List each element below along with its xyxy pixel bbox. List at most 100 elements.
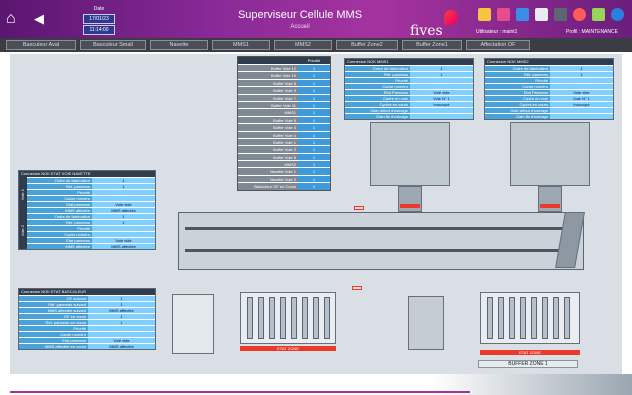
mms2-machine[interactable] — [510, 122, 590, 186]
buffer-slot[interactable] — [498, 297, 504, 339]
panel-row: OF suivant 1 — [19, 295, 155, 301]
buffer-slot[interactable] — [542, 297, 548, 339]
priority-row[interactable]: Buffer Voie 61 — [238, 152, 330, 161]
user-info: Utilisateur : maint1 — [476, 29, 518, 35]
panel-row: Cadre numéro — [19, 331, 155, 337]
priority-row[interactable]: Buffer Voie 91 — [238, 86, 330, 94]
tab-basculeur-small[interactable]: Basculeur Small — [80, 40, 146, 50]
basculeur-panel: Connexion NOK ETAT BASCULEUR OF suivant 1… — [18, 288, 156, 350]
priority-name: Buffer Voie 3 — [238, 124, 298, 131]
tab-affectation-of[interactable]: Affectation OF — [466, 40, 530, 50]
row-value: Voie vide — [92, 202, 155, 207]
row-value: 1 — [92, 214, 155, 219]
tab-mms2[interactable]: MMS2 — [274, 40, 332, 50]
buffer-slot[interactable] — [269, 297, 275, 339]
priority-row[interactable]: MMS2 1 — [238, 160, 330, 168]
row-value — [550, 114, 613, 119]
priority-name: Navette Voie 1 — [238, 168, 298, 175]
buffer-slot[interactable] — [280, 297, 286, 339]
priority-row[interactable]: Buffer Voie 11 — [238, 137, 330, 146]
row-label: Priorité — [345, 78, 410, 83]
buffer-slot[interactable] — [531, 297, 537, 339]
row-value: 1 — [550, 72, 613, 77]
tab-basculeur-aval[interactable]: Basculeur Aval — [6, 40, 76, 50]
tab-mms1[interactable]: MMS1 — [212, 40, 270, 50]
page-subtitle: Accueil — [290, 24, 310, 30]
buffer-slot[interactable] — [520, 297, 526, 339]
mms1-machine[interactable] — [370, 122, 450, 186]
buffer-slot[interactable] — [291, 297, 297, 339]
priority-row[interactable]: Buffer Voie 21 — [238, 145, 330, 153]
priority-row[interactable]: Buffer Voie 31 — [238, 123, 330, 131]
buffer-slot[interactable] — [564, 297, 570, 339]
info-icon[interactable] — [611, 8, 624, 21]
row-label: Réf. panneau — [27, 184, 92, 189]
date-time-box: Date 17/01/23 11:14:00 — [83, 6, 115, 36]
row-value: 1 — [88, 314, 155, 319]
priority-name: Buffer Voie 2 — [238, 146, 298, 153]
priority-row[interactable]: Buffer Voie 10 1 — [238, 71, 330, 79]
priority-value: 1 — [298, 175, 330, 183]
buffer-slot[interactable] — [487, 297, 493, 339]
row-value — [92, 196, 155, 201]
priority-row[interactable]: Buffer Voie 12 1 — [238, 64, 330, 72]
panel-row: Priorité — [485, 77, 613, 83]
panel-row: Cadre numéro — [485, 83, 613, 89]
logo-mark-icon — [444, 10, 458, 25]
buffer-slot[interactable] — [302, 297, 308, 339]
panel-row: Cycles en cours Inoccupé — [485, 101, 613, 107]
priority-value: 1 — [298, 161, 330, 168]
buffer-slot[interactable] — [509, 297, 515, 339]
row-label: Réf. panneau — [345, 72, 410, 77]
priority-row[interactable]: Navette Voie 21 — [238, 174, 330, 183]
navette-panel: Connexion NOK ETAT VOIE NAVETTE Voie 1 O… — [18, 170, 156, 250]
camera-icon[interactable] — [554, 8, 567, 21]
priority-row[interactable]: Buffer Voie 41 — [238, 130, 330, 138]
tools-icon[interactable] — [592, 8, 605, 21]
basculeur-frame[interactable] — [172, 294, 214, 354]
priority-row[interactable]: Buffer Voie 81 — [238, 78, 330, 87]
database-icon[interactable] — [516, 8, 529, 21]
row-value: 1 — [410, 72, 473, 77]
row-value — [550, 84, 613, 89]
panel-row: MMS affectée MMS affectée — [27, 243, 155, 249]
home-icon[interactable]: ⌂ — [6, 11, 16, 27]
buffer-slot[interactable] — [247, 297, 253, 339]
grid-icon[interactable] — [535, 8, 548, 21]
priority-row[interactable]: Navette Voie 11 — [238, 167, 330, 175]
priority-row[interactable]: Buffer Voie 11 1 — [238, 100, 330, 109]
priority-row[interactable]: Buffer Voie 71 — [238, 93, 330, 101]
row-label: Cadre en voie — [345, 96, 410, 101]
row-label: MMS affectée en cours — [19, 344, 88, 349]
panel-row: Gain fin d'usinage — [485, 113, 613, 119]
voie1-side-label: Voie 1 — [19, 177, 27, 213]
back-arrow-icon[interactable]: ◀ — [34, 11, 44, 27]
row-value: Voie vide — [550, 90, 613, 95]
row-label: Cadre numéro — [27, 196, 92, 201]
alarm-icon[interactable] — [573, 8, 586, 21]
priority-value: 1 — [298, 138, 330, 146]
buffer-slot[interactable] — [553, 297, 559, 339]
mms2-alarm-bar — [540, 204, 560, 208]
buffer-zone1-lane[interactable] — [480, 292, 580, 344]
priority-row[interactable]: Buffer Voie 51 — [238, 115, 330, 124]
tab-navette[interactable]: Navette — [150, 40, 208, 50]
priority-row[interactable]: Basculeur OF en Cours 1 — [238, 182, 330, 190]
buffer-slot[interactable] — [313, 297, 319, 339]
navette-track[interactable] — [178, 212, 584, 270]
transfer-unit[interactable] — [408, 296, 444, 350]
row-value: Voie vide — [410, 90, 473, 95]
priority-row[interactable]: MMS1 1 — [238, 108, 330, 116]
tab-buffer-zone2[interactable]: Buffer Zone2 — [336, 40, 398, 50]
tab-buffer-zone1[interactable]: Buffer Zone1 — [402, 40, 462, 50]
buffer-zone2-lane[interactable] — [240, 292, 336, 344]
buffer-slot[interactable] — [324, 297, 330, 339]
row-label: Réf. panneau suivant — [19, 302, 88, 307]
buffer-slot[interactable] — [258, 297, 264, 339]
book-icon[interactable] — [478, 8, 491, 21]
chart-icon[interactable] — [497, 8, 510, 21]
priority-name: Buffer Voie 6 — [238, 153, 298, 161]
row-value — [92, 190, 155, 195]
panel-row: Cadre numéro — [345, 83, 473, 89]
priority-value: 1 — [298, 153, 330, 161]
